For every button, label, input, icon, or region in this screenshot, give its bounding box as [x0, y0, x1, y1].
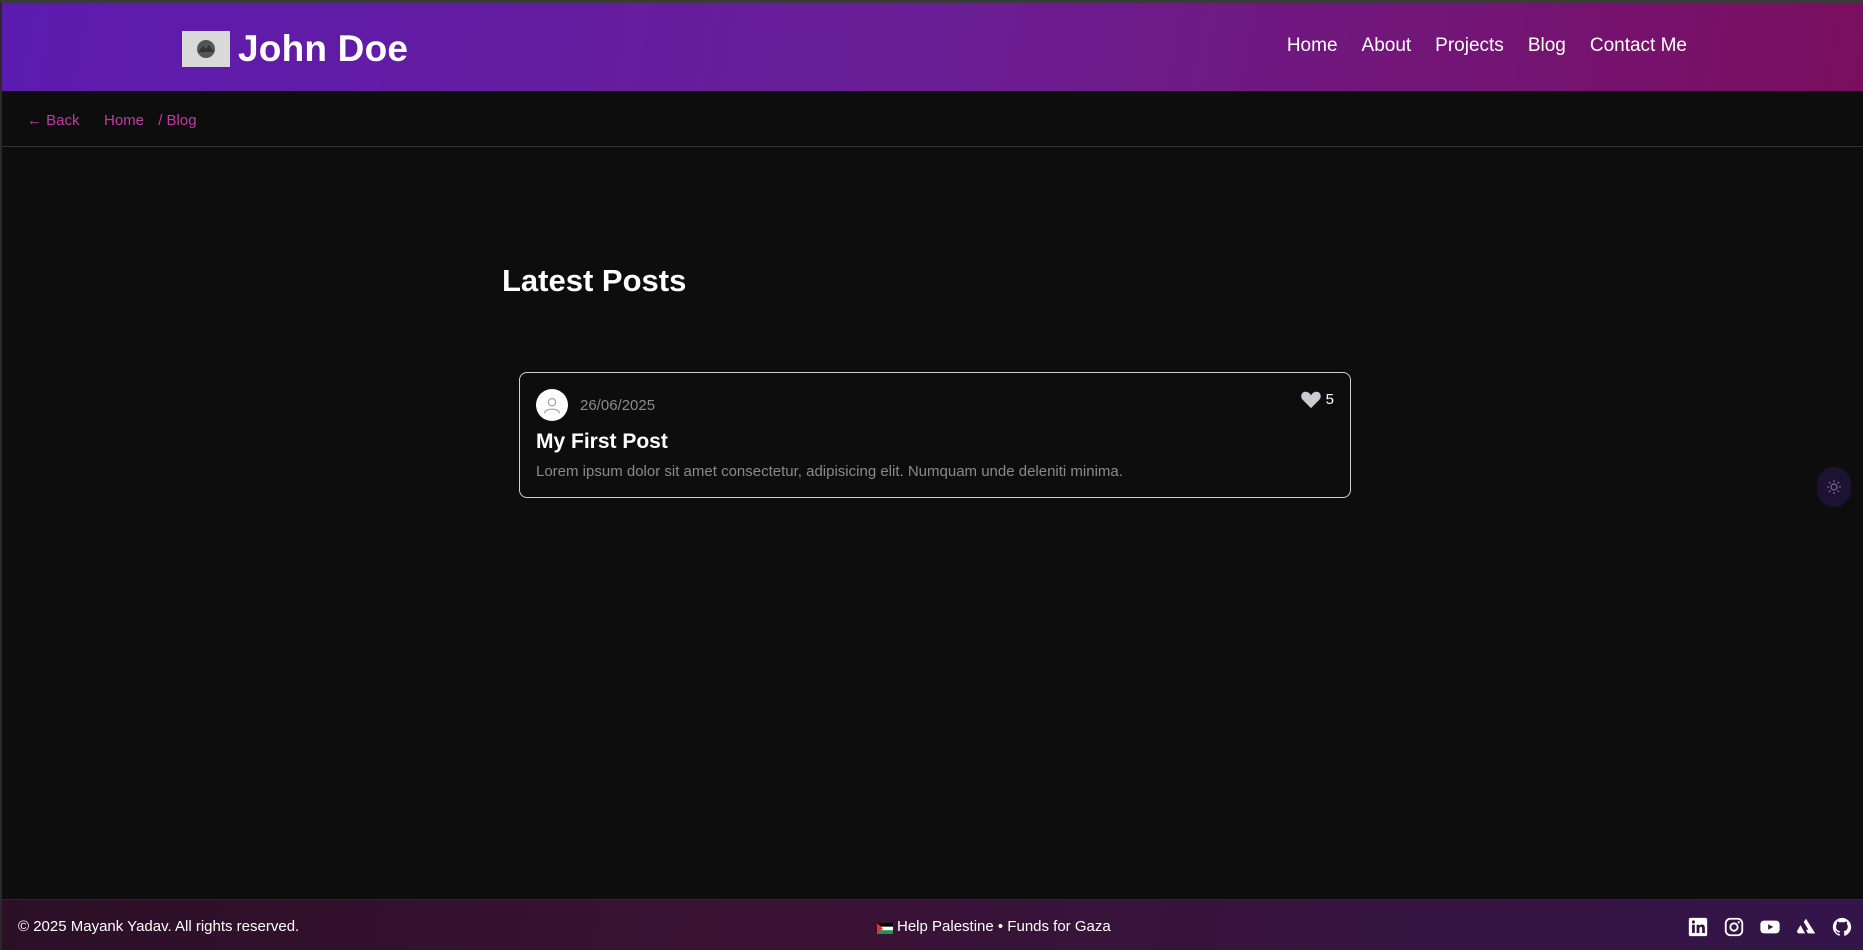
nav-home[interactable]: Home — [1287, 35, 1338, 57]
logo-icon — [197, 40, 215, 58]
back-link[interactable]: ← Back — [27, 112, 80, 129]
user-icon — [544, 398, 560, 414]
main-nav: Home About Projects Blog Contact Me — [1263, 35, 1687, 57]
post-excerpt: Lorem ipsum dolor sit amet consectetur, … — [536, 463, 1123, 480]
theme-toggle-button[interactable] — [1817, 467, 1851, 507]
avatar — [536, 389, 568, 421]
brand-name: John Doe — [238, 28, 409, 69]
post-card[interactable]: 26/06/2025 5 My First Post Lorem ipsum d… — [519, 372, 1351, 498]
palestine-flag-icon — [877, 921, 893, 934]
like-count: 5 — [1325, 390, 1334, 408]
artstation-icon[interactable] — [1795, 916, 1817, 938]
brand[interactable]: John Doe — [182, 28, 408, 70]
page-title: Latest Posts — [502, 263, 687, 298]
nav-blog[interactable]: Blog — [1528, 35, 1566, 57]
nav-contact[interactable]: Contact Me — [1590, 35, 1687, 57]
breadcrumb-home[interactable]: Home — [104, 112, 144, 129]
post-date: 26/06/2025 — [580, 397, 656, 414]
heart-icon — [1300, 391, 1321, 409]
like-button[interactable]: 5 — [1300, 389, 1334, 409]
instagram-icon[interactable] — [1723, 916, 1745, 938]
help-text: Help Palestine • Funds for Gaza — [897, 918, 1111, 935]
linkedin-icon[interactable] — [1687, 916, 1709, 938]
site-footer: © 2025 Mayank Yadav. All rights reserved… — [2, 899, 1863, 950]
help-palestine-link[interactable]: Help Palestine • Funds for Gaza — [877, 918, 1111, 935]
social-links — [1687, 916, 1853, 938]
post-title[interactable]: My First Post — [536, 430, 668, 454]
nav-projects[interactable]: Projects — [1435, 35, 1504, 57]
nav-about[interactable]: About — [1362, 35, 1412, 57]
site-header: John Doe Home About Projects Blog Contac… — [2, 3, 1863, 91]
github-icon[interactable] — [1831, 916, 1853, 938]
breadcrumb: Home / Blog — [104, 112, 197, 129]
breadcrumb-bar: ← Back Home / Blog — [2, 91, 1863, 147]
sun-icon — [1827, 480, 1841, 494]
youtube-icon[interactable] — [1759, 916, 1781, 938]
copyright-text: © 2025 Mayank Yadav. All rights reserved… — [18, 918, 300, 935]
logo-image — [182, 31, 230, 67]
breadcrumb-current: / Blog — [158, 112, 197, 129]
